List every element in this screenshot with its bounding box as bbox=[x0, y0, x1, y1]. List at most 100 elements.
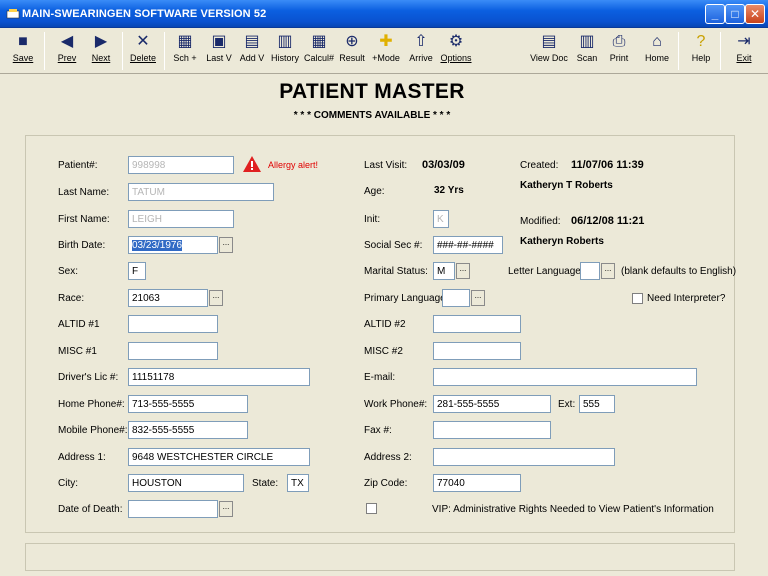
last-visit-icon: ▣ bbox=[211, 33, 227, 50]
drivers-lic-label: Driver's Lic #: bbox=[58, 372, 119, 383]
exit-icon: ⇥ bbox=[737, 33, 751, 50]
address2-field[interactable] bbox=[433, 448, 615, 466]
altid1-label: ALTID #1 bbox=[58, 319, 100, 330]
marital-status-label: Marital Status: bbox=[364, 266, 428, 277]
ssn-label: Social Sec #: bbox=[364, 240, 423, 251]
misc1-label: MISC #1 bbox=[58, 346, 97, 357]
ssn-field[interactable]: ###-##-#### bbox=[433, 236, 503, 254]
birth-date-field[interactable]: 03/23/1976 bbox=[128, 236, 218, 254]
email-label: E-mail: bbox=[364, 372, 396, 383]
toolbar-separator bbox=[678, 32, 679, 70]
work-phone-field[interactable]: 281-555-5555 bbox=[433, 395, 551, 413]
race-lookup-button[interactable]: ... bbox=[209, 290, 223, 306]
history-icon: ▥ bbox=[277, 33, 293, 50]
window-title: MAIN-SWEARINGEN SOFTWARE VERSION 52 bbox=[22, 8, 267, 20]
mobile-phone-label: Mobile Phone#: bbox=[58, 425, 128, 436]
first-name-label: First Name: bbox=[58, 214, 110, 225]
zip-field[interactable]: 77040 bbox=[433, 474, 521, 492]
calculator-button[interactable]: ▦ Calcul# bbox=[302, 31, 336, 71]
sex-field[interactable]: F bbox=[128, 262, 146, 280]
last-visit-button[interactable]: ▣ Last V bbox=[202, 31, 236, 71]
last-name-field[interactable]: TATUM bbox=[128, 183, 274, 201]
maximize-button[interactable]: □ bbox=[725, 4, 745, 24]
mobile-phone-field[interactable]: 832-555-5555 bbox=[128, 421, 248, 439]
home-button[interactable]: ⌂ Home bbox=[640, 31, 674, 71]
help-button[interactable]: ? Help bbox=[686, 31, 716, 71]
marital-status-field[interactable]: M bbox=[433, 262, 455, 280]
created-by-value: Katheryn T Roberts bbox=[520, 180, 613, 191]
scan-button[interactable]: ▥ Scan bbox=[572, 31, 602, 71]
email-field[interactable] bbox=[433, 368, 697, 386]
save-button[interactable]: ■ Save bbox=[6, 31, 40, 71]
result-button[interactable]: ⊕ Result bbox=[336, 31, 368, 71]
race-label: Race: bbox=[58, 293, 85, 304]
first-name-field[interactable]: LEIGH bbox=[128, 210, 234, 228]
letter-language-lookup-button[interactable]: ... bbox=[601, 263, 615, 279]
add-visit-icon: ▤ bbox=[244, 33, 260, 50]
delete-icon: ✕ bbox=[136, 33, 150, 50]
race-field[interactable]: 21063 bbox=[128, 289, 208, 307]
ext-field[interactable]: 555 bbox=[579, 395, 615, 413]
last-visit-value: 03/03/09 bbox=[422, 159, 465, 171]
patient-num-field[interactable]: 998998 bbox=[128, 156, 234, 174]
created-value: 11/07/06 11:39 bbox=[571, 159, 644, 171]
options-icon: ⚙ bbox=[448, 33, 464, 50]
app-icon bbox=[6, 9, 20, 19]
marital-status-lookup-button[interactable]: ... bbox=[456, 263, 470, 279]
state-field[interactable]: TX bbox=[287, 474, 309, 492]
exit-button[interactable]: ⇥ Exit bbox=[730, 31, 758, 71]
age-label: Age: bbox=[364, 186, 385, 197]
init-field[interactable]: K bbox=[433, 210, 449, 228]
home-phone-field[interactable]: 713-555-5555 bbox=[128, 395, 248, 413]
city-field[interactable]: HOUSTON bbox=[128, 474, 244, 492]
print-icon: ⎙ bbox=[612, 33, 626, 50]
prev-icon: ◀ bbox=[60, 33, 74, 50]
add-visit-button[interactable]: ▤ Add V bbox=[236, 31, 268, 71]
page-title: PATIENT MASTER bbox=[279, 80, 465, 103]
history-button[interactable]: ▥ History bbox=[268, 31, 302, 71]
toolbar-separator bbox=[164, 32, 165, 70]
date-of-death-picker-button[interactable]: ... bbox=[219, 501, 233, 517]
arrive-button[interactable]: ⇧ Arrive bbox=[404, 31, 438, 71]
calculator-icon: ▦ bbox=[311, 33, 327, 50]
init-label: Init: bbox=[364, 214, 381, 225]
print-button[interactable]: ⎙ Print bbox=[604, 31, 634, 71]
birth-date-picker-button[interactable]: ... bbox=[219, 237, 233, 253]
scan-icon: ▥ bbox=[579, 33, 595, 50]
birth-date-label: Birth Date: bbox=[58, 240, 106, 251]
title-bar[interactable]: MAIN-SWEARINGEN SOFTWARE VERSION 52 _ □ … bbox=[0, 0, 768, 28]
misc2-field[interactable] bbox=[433, 342, 521, 360]
altid2-field[interactable] bbox=[433, 315, 521, 333]
close-button[interactable]: ✕ bbox=[745, 4, 765, 24]
minimize-button[interactable]: _ bbox=[705, 4, 725, 24]
vip-checkbox[interactable] bbox=[366, 503, 377, 514]
primary-language-field[interactable] bbox=[442, 289, 470, 307]
misc1-field[interactable] bbox=[128, 342, 218, 360]
modified-label: Modified: bbox=[520, 216, 561, 227]
need-interpreter-checkbox[interactable] bbox=[632, 293, 643, 304]
modified-value: 06/12/08 11:21 bbox=[571, 215, 645, 227]
fax-field[interactable] bbox=[433, 421, 551, 439]
toolbar-separator bbox=[720, 32, 721, 70]
allergy-alert-link[interactable]: Allergy alert! bbox=[268, 160, 318, 170]
primary-language-lookup-button[interactable]: ... bbox=[471, 290, 485, 306]
last-name-label: Last Name: bbox=[58, 187, 110, 198]
altid1-field[interactable] bbox=[128, 315, 218, 333]
letter-language-field[interactable] bbox=[580, 262, 600, 280]
zip-label: Zip Code: bbox=[364, 478, 408, 489]
schedule-button[interactable]: ▦ Sch + bbox=[168, 31, 202, 71]
address2-label: Address 2: bbox=[364, 452, 412, 463]
address1-field[interactable]: 9648 WESTCHESTER CIRCLE bbox=[128, 448, 310, 466]
drivers-lic-field[interactable]: 11151178 bbox=[128, 368, 310, 386]
status-bar bbox=[25, 543, 735, 571]
options-button[interactable]: ⚙ Options bbox=[438, 31, 474, 71]
help-icon: ? bbox=[696, 33, 706, 50]
prev-button[interactable]: ◀ Prev bbox=[50, 31, 84, 71]
date-of-death-label: Date of Death: bbox=[58, 504, 123, 515]
plus-mode-button[interactable]: ✚ +Mode bbox=[368, 31, 404, 71]
date-of-death-field[interactable] bbox=[128, 500, 218, 518]
delete-button[interactable]: ✕ Delete bbox=[126, 31, 160, 71]
next-button[interactable]: ▶ Next bbox=[84, 31, 118, 71]
comments-available-banner[interactable]: * * * COMMENTS AVAILABLE * * * bbox=[0, 110, 744, 121]
view-doc-button[interactable]: ▤ View Doc bbox=[528, 31, 570, 71]
